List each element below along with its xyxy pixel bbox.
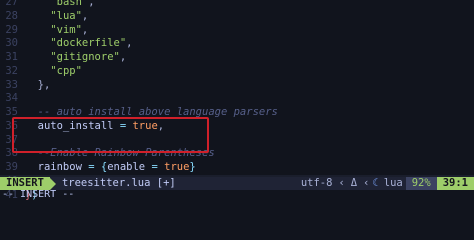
line-number: 29 [5,23,18,36]
code-line[interactable]: 34 [0,92,474,106]
status-percent: 92% [405,177,437,190]
code-token: , [119,51,127,63]
code-token: rainbow [25,161,89,173]
command-line[interactable]: -- INSERT -- [0,190,474,200]
delta-icon: Δ [350,177,358,189]
code-line[interactable]: 32 "cpp" [0,65,474,79]
code-buffer[interactable]: 27 "bash", 28 "lua", 29 "vim", 30 "dockerfi… [0,0,474,202]
line-number: 27 [5,0,18,8]
line-number: 33 [5,78,18,91]
code-token: , [81,23,89,36]
code-line[interactable]: 29 "vim", [0,24,474,38]
highlight-annotation-box [12,117,209,153]
code-token: "lua" [50,9,82,22]
code-token: "cpp" [50,64,82,77]
code-token: "gitignore" [50,51,120,63]
code-line[interactable]: 33 }, [0,79,474,93]
editor-window[interactable]: 27 "bash", 28 "lua", 29 "vim", 30 "dockerfi… [0,0,474,202]
code-token: "dockerfile" [50,37,127,50]
line-number: 39 [5,161,18,173]
line-number: 34 [5,92,18,105]
lua-icon: ☾ [372,177,379,189]
code-line[interactable]: 39 rainbow = {enable = true} [0,161,474,175]
line-number: 31 [5,51,18,63]
code-token: , [88,0,95,8]
status-filetype: lua [383,177,403,189]
cmdline-text: -- INSERT -- [2,189,75,200]
line-number: 30 [5,37,18,50]
code-token: }, [25,78,51,91]
code-line[interactable]: 27 "bash", [0,0,474,10]
code-token: "bash" [50,0,89,8]
chevron-left-icon-2: ‹ [363,177,370,189]
code-line[interactable]: 31 "gitignore", [0,51,474,65]
chevron-left-icon: ‹ [338,177,345,189]
code-token: true [164,161,190,173]
code-token: "vim" [50,23,82,36]
code-token: } [189,161,196,173]
line-number: 32 [5,64,18,77]
line-number: 28 [5,9,18,22]
code-token: enable [107,161,152,173]
status-position: 39:1 [436,177,474,190]
code-line[interactable]: 30 "dockerfile", [0,37,474,51]
code-token: , [126,37,133,50]
status-encoding: utf-8 [300,177,333,189]
code-line[interactable]: 28 "lua", [0,10,474,24]
code-token: , [81,9,89,22]
